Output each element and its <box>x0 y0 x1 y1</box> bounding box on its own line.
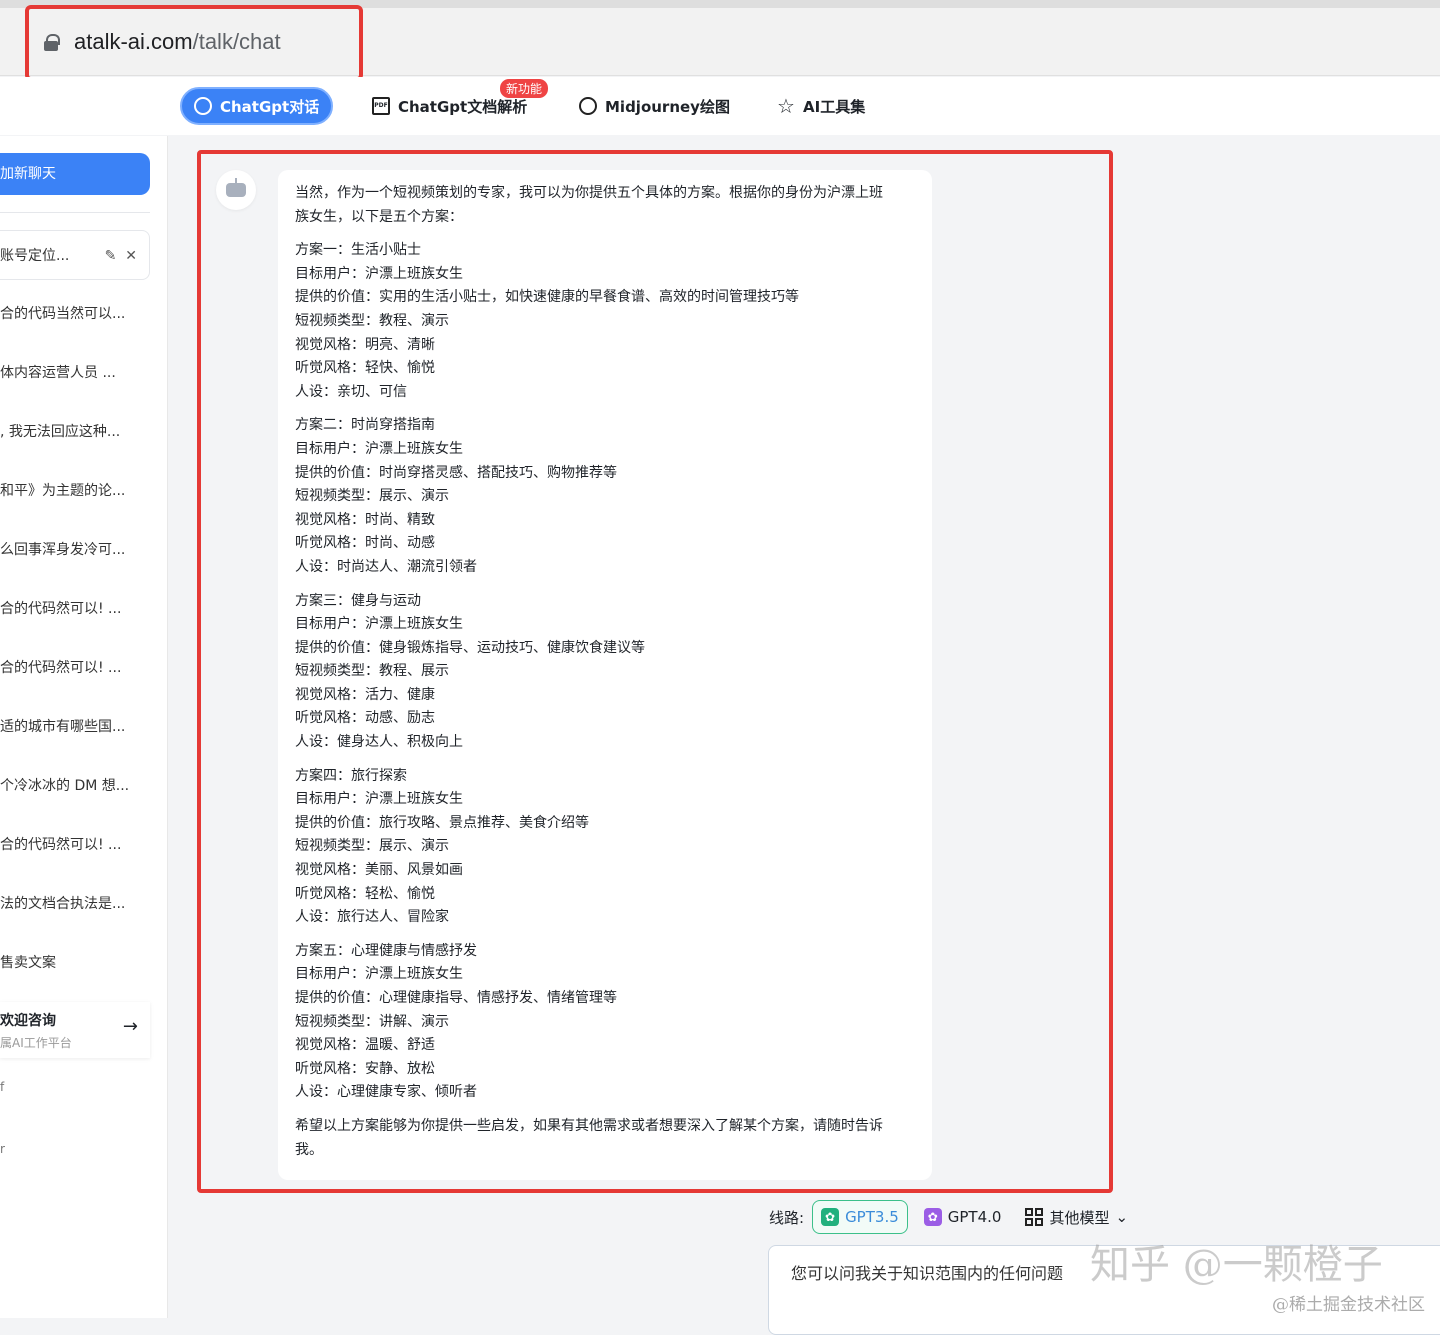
new-chat-button[interactable]: 加新聊天 <box>0 153 150 195</box>
grid-icon <box>1025 1208 1044 1226</box>
model-label: 其他模型 <box>1049 1208 1110 1227</box>
message-highlight-box <box>197 150 1113 1193</box>
watermark-zhihu: 知乎 @一颗橙子 <box>1090 1242 1383 1288</box>
model-label: GPT3.5 <box>845 1208 899 1226</box>
sidebar-item-history[interactable]: 么回事浑身发冷可... <box>0 525 150 575</box>
pdf-icon: PDF <box>372 97 390 115</box>
model-gpt35-button[interactable]: ✿ GPT3.5 <box>812 1200 908 1234</box>
sidebar-item-history[interactable]: 合的代码当然可以... <box>0 289 150 339</box>
tab-label: Midjourney绘图 <box>605 97 730 116</box>
edit-icon[interactable]: ✎ <box>105 248 117 264</box>
chat-bubble-icon <box>194 97 212 115</box>
sidebar-item-history[interactable]: 账号定位... ✎ ✕ <box>0 230 150 280</box>
sidebar-item-history[interactable]: 合的代码然可以! ... <box>0 820 150 870</box>
tab-label: ChatGpt对话 <box>220 97 320 116</box>
tab-label: AI工具集 <box>803 97 866 116</box>
sidebar: 加新聊天 账号定位... ✎ ✕ 合的代码当然可以... 体内容运营人员 ...… <box>0 136 168 1318</box>
tab-midjourney[interactable]: Midjourney绘图 <box>579 87 730 125</box>
tab-label: ChatGpt文档解析 <box>398 97 528 116</box>
model-label: GPT4.0 <box>947 1208 1002 1226</box>
other-models-dropdown[interactable]: 其他模型 ⌄ <box>1017 1200 1136 1234</box>
model-selector: 线路: ✿ GPT3.5 ✿ GPT4.0 其他模型 ⌄ <box>769 1200 1136 1234</box>
welcome-title: 欢迎咨询 <box>0 1013 56 1029</box>
sidebar-footer-text: r <box>0 1142 5 1156</box>
palette-icon <box>579 97 597 115</box>
url-highlight-box <box>25 5 363 81</box>
welcome-subtitle: 属AI工作平台 <box>0 1036 72 1050</box>
sidebar-footer-text: f <box>0 1080 5 1094</box>
star-icon: ☆ <box>777 94 795 118</box>
sidebar-item-label: 账号定位... <box>0 248 70 264</box>
tab-chatgpt-chat[interactable]: ChatGpt对话 <box>180 87 334 125</box>
sidebar-item-history[interactable]: 售卖文案 <box>0 938 150 988</box>
sidebar-item-history[interactable]: 个冷冰冰的 DM 想... <box>0 761 150 811</box>
sidebar-item-history[interactable]: 体内容运营人员 ... <box>0 348 150 398</box>
watermark-juejin: @稀土掘金技术社区 <box>1272 1295 1425 1315</box>
sidebar-item-history[interactable]: 合的代码然可以! ... <box>0 643 150 693</box>
arrow-right-icon: → <box>122 1016 138 1037</box>
welcome-card[interactable]: 欢迎咨询 属AI工作平台 → <box>0 1002 150 1058</box>
new-feature-badge: 新功能 <box>500 79 549 98</box>
openai-icon: ✿ <box>923 1208 942 1226</box>
close-icon[interactable]: ✕ <box>125 248 137 264</box>
route-label: 线路: <box>769 1208 805 1227</box>
sidebar-divider <box>0 212 150 213</box>
top-nav: ChatGpt对话 PDF ChatGpt文档解析 新功能 Midjourney… <box>0 77 1440 135</box>
chevron-down-icon: ⌄ <box>1115 1208 1129 1226</box>
sidebar-item-history[interactable]: , 我无法回应这种... <box>0 407 150 457</box>
sidebar-item-history[interactable]: 和平》为主题的论... <box>0 466 150 516</box>
sidebar-item-history[interactable]: 法的文档合执法是... <box>0 879 150 929</box>
sidebar-item-history[interactable]: 合的代码然可以! ... <box>0 584 150 634</box>
tab-ai-tools[interactable]: ☆ AI工具集 <box>777 87 865 125</box>
sidebar-item-history[interactable]: 适的城市有哪些国... <box>0 702 150 752</box>
openai-icon: ✿ <box>821 1208 840 1226</box>
model-gpt40-button[interactable]: ✿ GPT4.0 <box>916 1200 1010 1234</box>
